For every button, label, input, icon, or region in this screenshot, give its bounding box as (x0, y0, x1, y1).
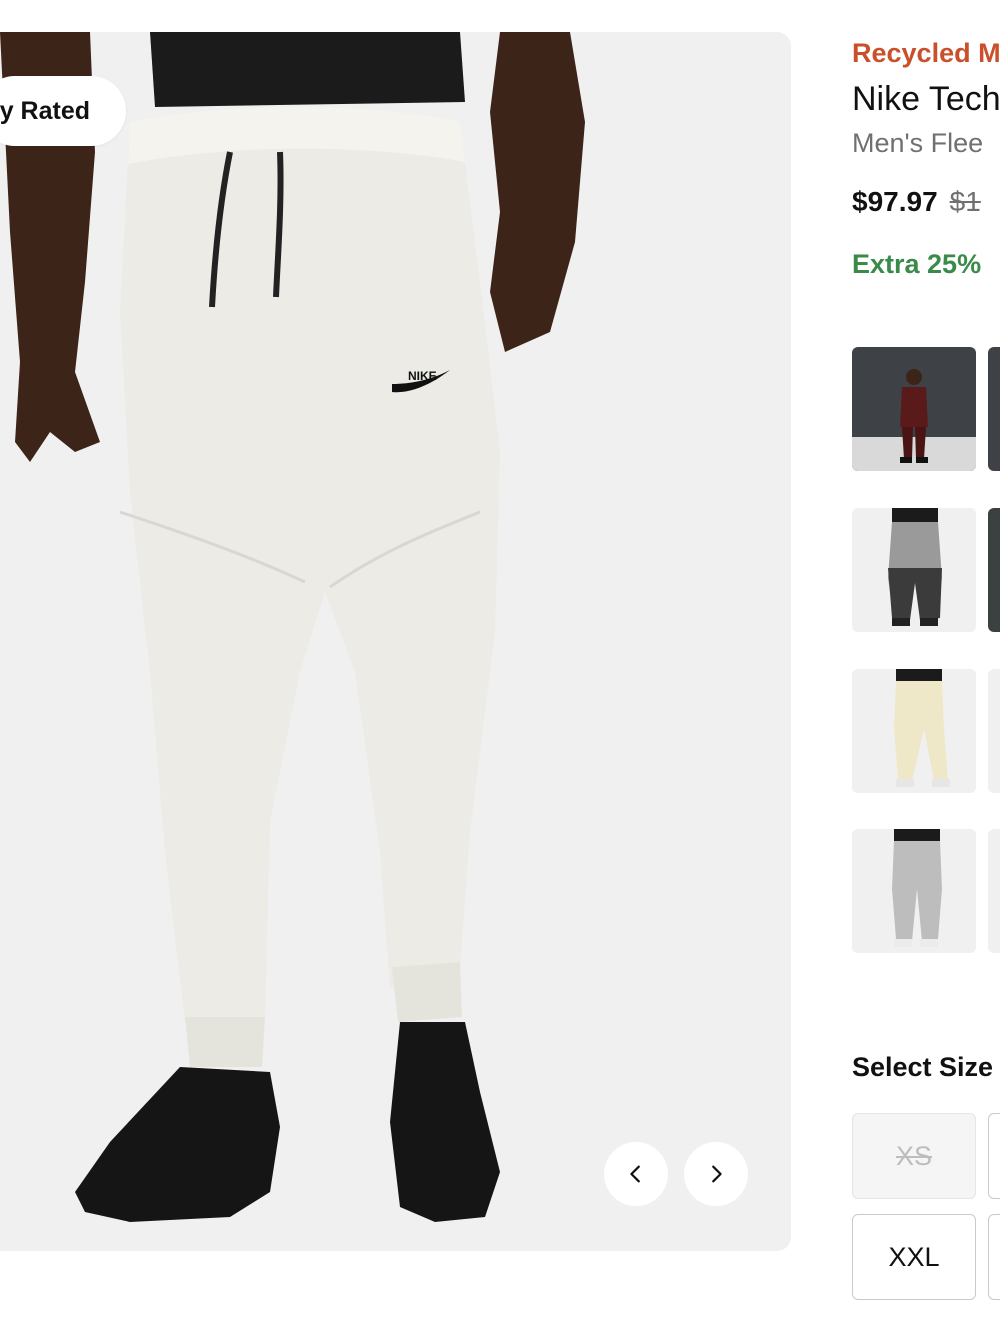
highly-rated-badge: Highly Rated (0, 76, 126, 146)
thumbnail-image (852, 508, 976, 632)
product-main-image: NIKE (0, 32, 791, 1251)
size-label: XXL (888, 1241, 940, 1272)
chevron-left-icon (630, 1165, 640, 1183)
chevron-right-icon (712, 1165, 722, 1183)
size-option-xxl[interactable]: XXL (852, 1214, 976, 1300)
color-thumbnail-cream[interactable] (852, 669, 976, 793)
original-price: $1 (949, 186, 981, 217)
select-size-heading: Select Size (852, 1052, 994, 1082)
size-option-xs[interactable]: XS (852, 1113, 976, 1199)
color-thumbnail-burgundy[interactable] (852, 347, 976, 471)
discount-text: Extra 25% (852, 249, 982, 279)
size-label: XS (895, 1140, 933, 1171)
thumbnail-image (852, 669, 976, 793)
color-thumbnail-partial[interactable] (988, 669, 1000, 793)
price-row: $97.97 $1 (852, 186, 981, 218)
color-thumbnail-partial[interactable] (988, 347, 1000, 471)
color-thumbnail-partial[interactable] (988, 829, 1000, 953)
model-pants-illustration: NIKE (0, 32, 585, 1222)
svg-text:NIKE: NIKE (408, 369, 437, 383)
carousel-prev-button[interactable] (604, 1142, 668, 1206)
badge-label: Highly Rated (0, 96, 90, 125)
color-thumbnail-grey-colorblock[interactable] (852, 508, 976, 632)
color-thumbnail-partial[interactable] (988, 508, 1000, 632)
size-option-partial[interactable] (988, 1214, 1000, 1300)
current-price: $97.97 (852, 186, 938, 217)
thumbnail-image (852, 347, 976, 471)
size-option-partial[interactable] (988, 1113, 1000, 1199)
thumbnail-image (852, 829, 976, 953)
product-title: Nike Tech (852, 80, 1000, 118)
product-info-panel: Recycled M Nike Tech Men's Flee $97.97 $1… (852, 0, 1000, 1333)
promo-label: Recycled M (852, 38, 1000, 68)
product-subtitle: Men's Flee (852, 128, 984, 158)
color-thumbnail-heather-grey[interactable] (852, 829, 976, 953)
carousel-next-button[interactable] (684, 1142, 748, 1206)
